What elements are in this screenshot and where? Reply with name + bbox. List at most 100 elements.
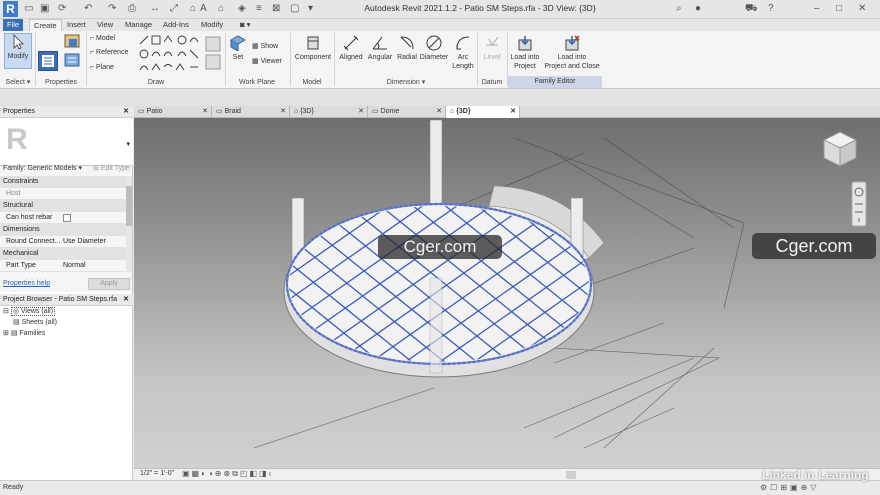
arc-length-dimension-button[interactable]: Arc Length	[452, 35, 474, 71]
dimension-icon[interactable]: ⤢	[170, 3, 178, 14]
radial-dimension-button[interactable]: Radial	[395, 35, 419, 62]
can-host-rebar-checkbox[interactable]	[63, 214, 71, 222]
binoculars-icon[interactable]: ⌕	[676, 3, 682, 14]
close-icon[interactable]: ✕	[202, 106, 208, 118]
tree-item-families[interactable]: ⊞ ▤ Families	[3, 329, 45, 337]
draw-tools-gallery[interactable]	[138, 34, 202, 74]
close-icon[interactable]: ✕	[123, 106, 129, 118]
3d-view-icon[interactable]: ⌂	[218, 3, 224, 14]
family-types-icon[interactable]	[64, 34, 82, 50]
scale-selector[interactable]: 1/2" = 1'-0"	[140, 470, 174, 477]
tab-file[interactable]: File	[3, 19, 24, 31]
maximize-icon[interactable]: □	[836, 3, 842, 14]
horizontal-scrollbar[interactable]	[566, 471, 576, 479]
view-tab-braid[interactable]: ▭ Braid ✕	[212, 106, 290, 118]
section-icon[interactable]: ◈	[238, 3, 246, 14]
view-tab-3d-active[interactable]: ⌂ {3D} ✕	[446, 106, 520, 118]
view-tab-patio[interactable]: ▭ Patio ✕	[134, 106, 212, 118]
category-constraints[interactable]: Constraints	[0, 176, 128, 188]
close-icon[interactable]: ✕	[510, 106, 516, 118]
text-icon[interactable]: A	[200, 3, 207, 14]
3d-model-view	[253, 119, 867, 449]
reference-line-button[interactable]: ⌐ Reference	[90, 49, 128, 56]
expand-icon[interactable]: ⊞	[3, 330, 11, 337]
view-control-icons[interactable]: ▣▦◐◑⊕⊗⧉◰◧◨‹	[182, 469, 273, 479]
apply-button[interactable]: Apply	[88, 278, 130, 290]
family-dropdown-icon: ▾	[78, 165, 82, 172]
tree-item-sheets[interactable]: ▤ Sheets (all)	[13, 318, 57, 326]
reference-plane-button[interactable]: ⌐ Plane	[90, 64, 114, 71]
close-icon[interactable]: ✕	[123, 294, 129, 306]
category-mechanical[interactable]: Mechanical	[0, 248, 128, 260]
undo-icon[interactable]: ↶	[84, 3, 92, 14]
save-icon[interactable]: ▣	[40, 3, 49, 14]
redo-icon[interactable]: ↷	[108, 3, 116, 14]
view-tab-dome[interactable]: ▭ Dome ✕	[368, 106, 446, 118]
properties-icon	[42, 55, 54, 67]
tab-create[interactable]: Create	[29, 19, 62, 31]
tab-insert[interactable]: Insert	[63, 19, 90, 31]
component-button[interactable]: Component	[293, 35, 333, 62]
sync-icon[interactable]: ⟳	[58, 3, 66, 14]
close-icon[interactable]: ✕	[858, 3, 866, 14]
help-icon[interactable]: ?	[768, 3, 774, 14]
tree-item-views[interactable]: ⊟ ◎ Views (all)	[3, 307, 56, 316]
plan-view-icon: ▭	[216, 108, 225, 115]
tab-options-icon[interactable]: ◙ ▾	[236, 19, 254, 31]
tab-manage[interactable]: Manage	[121, 19, 156, 31]
select-panel-label[interactable]: Select ▾	[2, 78, 34, 88]
drawing-canvas[interactable]	[134, 118, 880, 468]
print-icon[interactable]: ⎙	[128, 3, 136, 14]
model-line-button[interactable]: ⌐ Model	[90, 35, 115, 42]
set-work-plane-button[interactable]: Set	[229, 35, 247, 62]
properties-button[interactable]	[38, 51, 58, 71]
status-text: Ready	[3, 484, 24, 491]
linkedin-learning-logo: Linked in Learning	[762, 468, 869, 482]
show-label: Show	[260, 43, 279, 50]
measure-icon[interactable]: ↔	[150, 3, 160, 14]
switch-windows-icon[interactable]: ▢	[290, 3, 299, 14]
properties-scrollbar[interactable]	[126, 176, 132, 272]
collapse-icon[interactable]: ⊟	[3, 308, 11, 315]
thin-lines-icon[interactable]: ≡	[256, 3, 262, 14]
load-into-project-icon	[518, 36, 532, 51]
diameter-dimension-button[interactable]: Diameter	[419, 35, 449, 62]
properties-help-link[interactable]: Properties help	[3, 280, 50, 287]
tag-icon[interactable]: ⌂	[190, 3, 196, 14]
revit-logo[interactable]: R	[3, 1, 18, 17]
tab-modify[interactable]: Modify	[197, 19, 227, 31]
modify-button[interactable]: Modify	[4, 33, 32, 69]
customize-qat-icon[interactable]: ▾	[308, 3, 313, 14]
options-bar	[0, 90, 880, 106]
load-into-project-and-close-button[interactable]: Load into Project and Close	[542, 35, 602, 71]
category-structural[interactable]: Structural	[0, 200, 128, 212]
type-selector[interactable]: R ▾	[0, 118, 133, 166]
close-icon[interactable]: ✕	[280, 106, 286, 118]
family-category-icon[interactable]	[64, 53, 82, 69]
cart-icon[interactable]: ⛟	[745, 3, 758, 16]
angular-dimension-button[interactable]: Angular	[366, 35, 394, 62]
minimize-icon[interactable]: –	[814, 3, 820, 14]
edit-type-button[interactable]: ⊞ Edit Type	[93, 164, 130, 172]
close-views-icon[interactable]: ⊠	[272, 3, 280, 14]
view-tab-3d[interactable]: ⌂ {3D} ✕	[290, 106, 368, 118]
viewer-button[interactable]: ▦ Viewer	[252, 57, 282, 65]
category-dimensions[interactable]: Dimensions	[0, 224, 128, 236]
close-icon[interactable]: ✕	[358, 106, 364, 118]
load-into-project-button[interactable]: Load into Project	[510, 35, 540, 71]
navigation-bar[interactable]	[851, 181, 867, 227]
properties-title-text: Properties	[3, 108, 35, 115]
status-bar-icons[interactable]: ⚙☐⊞▣⊕▽	[760, 483, 819, 492]
show-work-plane-button[interactable]: ▦ Show	[252, 42, 278, 50]
level-button[interactable]: Level	[480, 35, 504, 62]
tab-view[interactable]: View	[93, 19, 117, 31]
user-icon[interactable]: ●	[695, 3, 701, 14]
close-icon[interactable]: ✕	[436, 106, 442, 118]
open-icon[interactable]: ▭	[24, 3, 33, 14]
type-dropdown-icon[interactable]: ▾	[126, 140, 130, 148]
family-selector[interactable]: Family: Generic Models ▾	[3, 164, 82, 172]
dimension-panel-label[interactable]: Dimension ▾	[336, 78, 476, 88]
view-cube[interactable]	[822, 131, 858, 167]
tab-add-ins[interactable]: Add-Ins	[159, 19, 193, 31]
aligned-dimension-button[interactable]: Aligned	[337, 35, 365, 62]
